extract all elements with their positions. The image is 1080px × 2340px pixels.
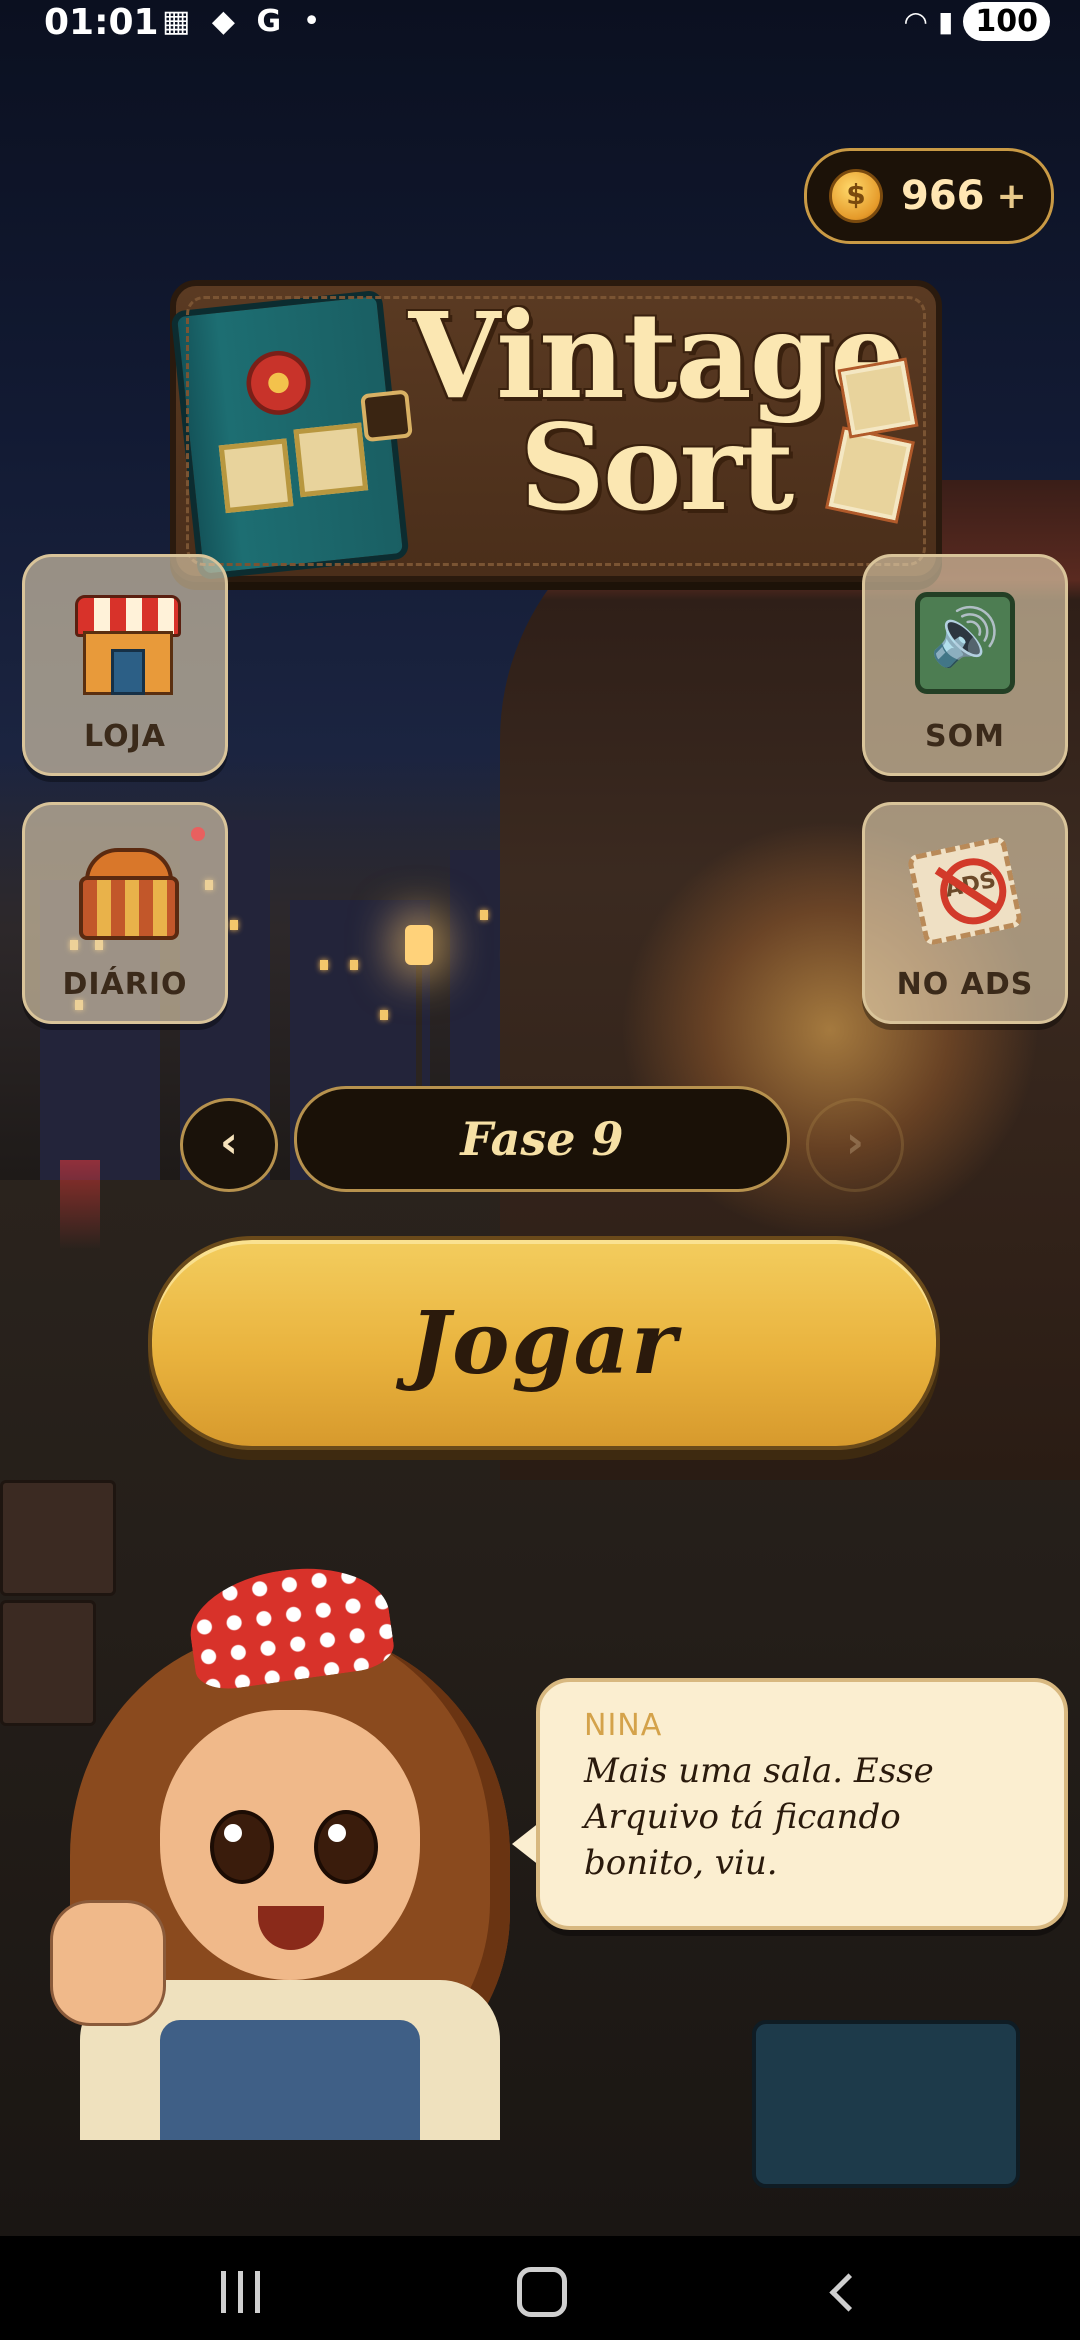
diary-chest-icon xyxy=(75,841,179,941)
sound-label: SOM xyxy=(925,719,1005,754)
coin-count: 966 xyxy=(901,173,985,219)
status-app-icons: ▦ ◆ G • xyxy=(162,4,326,39)
suitcase xyxy=(752,2020,1020,2188)
google-icon: G xyxy=(256,4,288,39)
next-level-button[interactable]: › xyxy=(806,1098,904,1192)
notification-badge xyxy=(191,827,205,841)
battery-indicator: 100 xyxy=(963,2,1050,41)
diary-label: DIÁRIO xyxy=(62,967,188,1002)
shop-button[interactable]: LOJA xyxy=(22,554,228,776)
previous-level-button[interactable]: ‹ xyxy=(180,1098,278,1192)
signal-icon: ▮ xyxy=(937,5,954,38)
game-title: Vintage Sort xyxy=(386,286,926,537)
speaker-icon: 🔊 xyxy=(915,592,1015,694)
shopping-bag-icon: ◆ xyxy=(211,4,241,39)
status-time: 01:01 xyxy=(44,2,159,43)
sound-button[interactable]: 🔊 SOM xyxy=(862,554,1068,776)
speech-bubble: NINA Mais uma sala. Esse Arquivo tá fica… xyxy=(536,1678,1068,1930)
notification-dot-icon: • xyxy=(302,4,327,39)
character-nina xyxy=(40,1540,540,2140)
character-left-eye xyxy=(210,1810,274,1884)
diary-button[interactable]: DIÁRIO xyxy=(22,802,228,1024)
book-icon xyxy=(170,289,413,581)
add-coins-icon: + xyxy=(996,175,1027,217)
street-lamp xyxy=(405,925,433,965)
no-ads-button[interactable]: ADS NO ADS xyxy=(862,802,1068,1024)
level-selector: Fase 9 xyxy=(294,1086,790,1192)
shop-label: LOJA xyxy=(84,719,166,754)
coin-balance-button[interactable]: $ 966 + xyxy=(804,148,1054,244)
book-clasp-icon xyxy=(360,389,413,443)
photo-stamp-icon xyxy=(218,438,294,514)
home-icon xyxy=(517,2267,567,2317)
flower-stamp-icon xyxy=(828,429,912,521)
no-ads-icon: ADS xyxy=(906,835,1024,947)
recent-apps-icon xyxy=(220,2271,260,2313)
home-button[interactable] xyxy=(502,2262,582,2322)
back-button[interactable] xyxy=(808,2262,888,2322)
game-logo: Vintage Sort xyxy=(170,280,942,582)
game-title-line2: Sort xyxy=(519,398,795,537)
status-bar: 01:01 ▦ ◆ G • ◠ ▮ 100 xyxy=(0,0,1080,44)
flower-emblem-icon xyxy=(243,347,314,419)
game-title-line1: Vintage xyxy=(408,286,906,425)
dialog-text: Mais uma sala. Esse Arquivo tá ficando b… xyxy=(584,1751,934,1883)
recent-apps-button[interactable] xyxy=(200,2262,280,2322)
character-right-eye xyxy=(314,1810,378,1884)
level-label: Fase 9 xyxy=(460,1112,624,1166)
character-face xyxy=(160,1710,420,1980)
back-icon xyxy=(828,2272,868,2312)
coin-icon: $ xyxy=(829,169,883,223)
wifi-icon: ◠ xyxy=(903,5,928,38)
speaker-name: NINA xyxy=(584,1708,663,1743)
character-mouth xyxy=(258,1906,324,1950)
no-ads-label: NO ADS xyxy=(896,967,1034,1002)
shop-icon xyxy=(75,593,181,695)
character-fist xyxy=(50,1900,166,2026)
street-reflection xyxy=(60,1160,100,1250)
status-system-icons: ◠ ▮ 100 xyxy=(904,2,1050,41)
star-stamp-icon xyxy=(293,422,369,498)
character-overalls xyxy=(160,2020,420,2140)
landscape-stamp-icon xyxy=(840,360,916,436)
play-label: Jogar xyxy=(409,1292,679,1394)
calendar-icon: ▦ xyxy=(162,4,197,39)
play-button[interactable]: Jogar xyxy=(148,1236,940,1450)
